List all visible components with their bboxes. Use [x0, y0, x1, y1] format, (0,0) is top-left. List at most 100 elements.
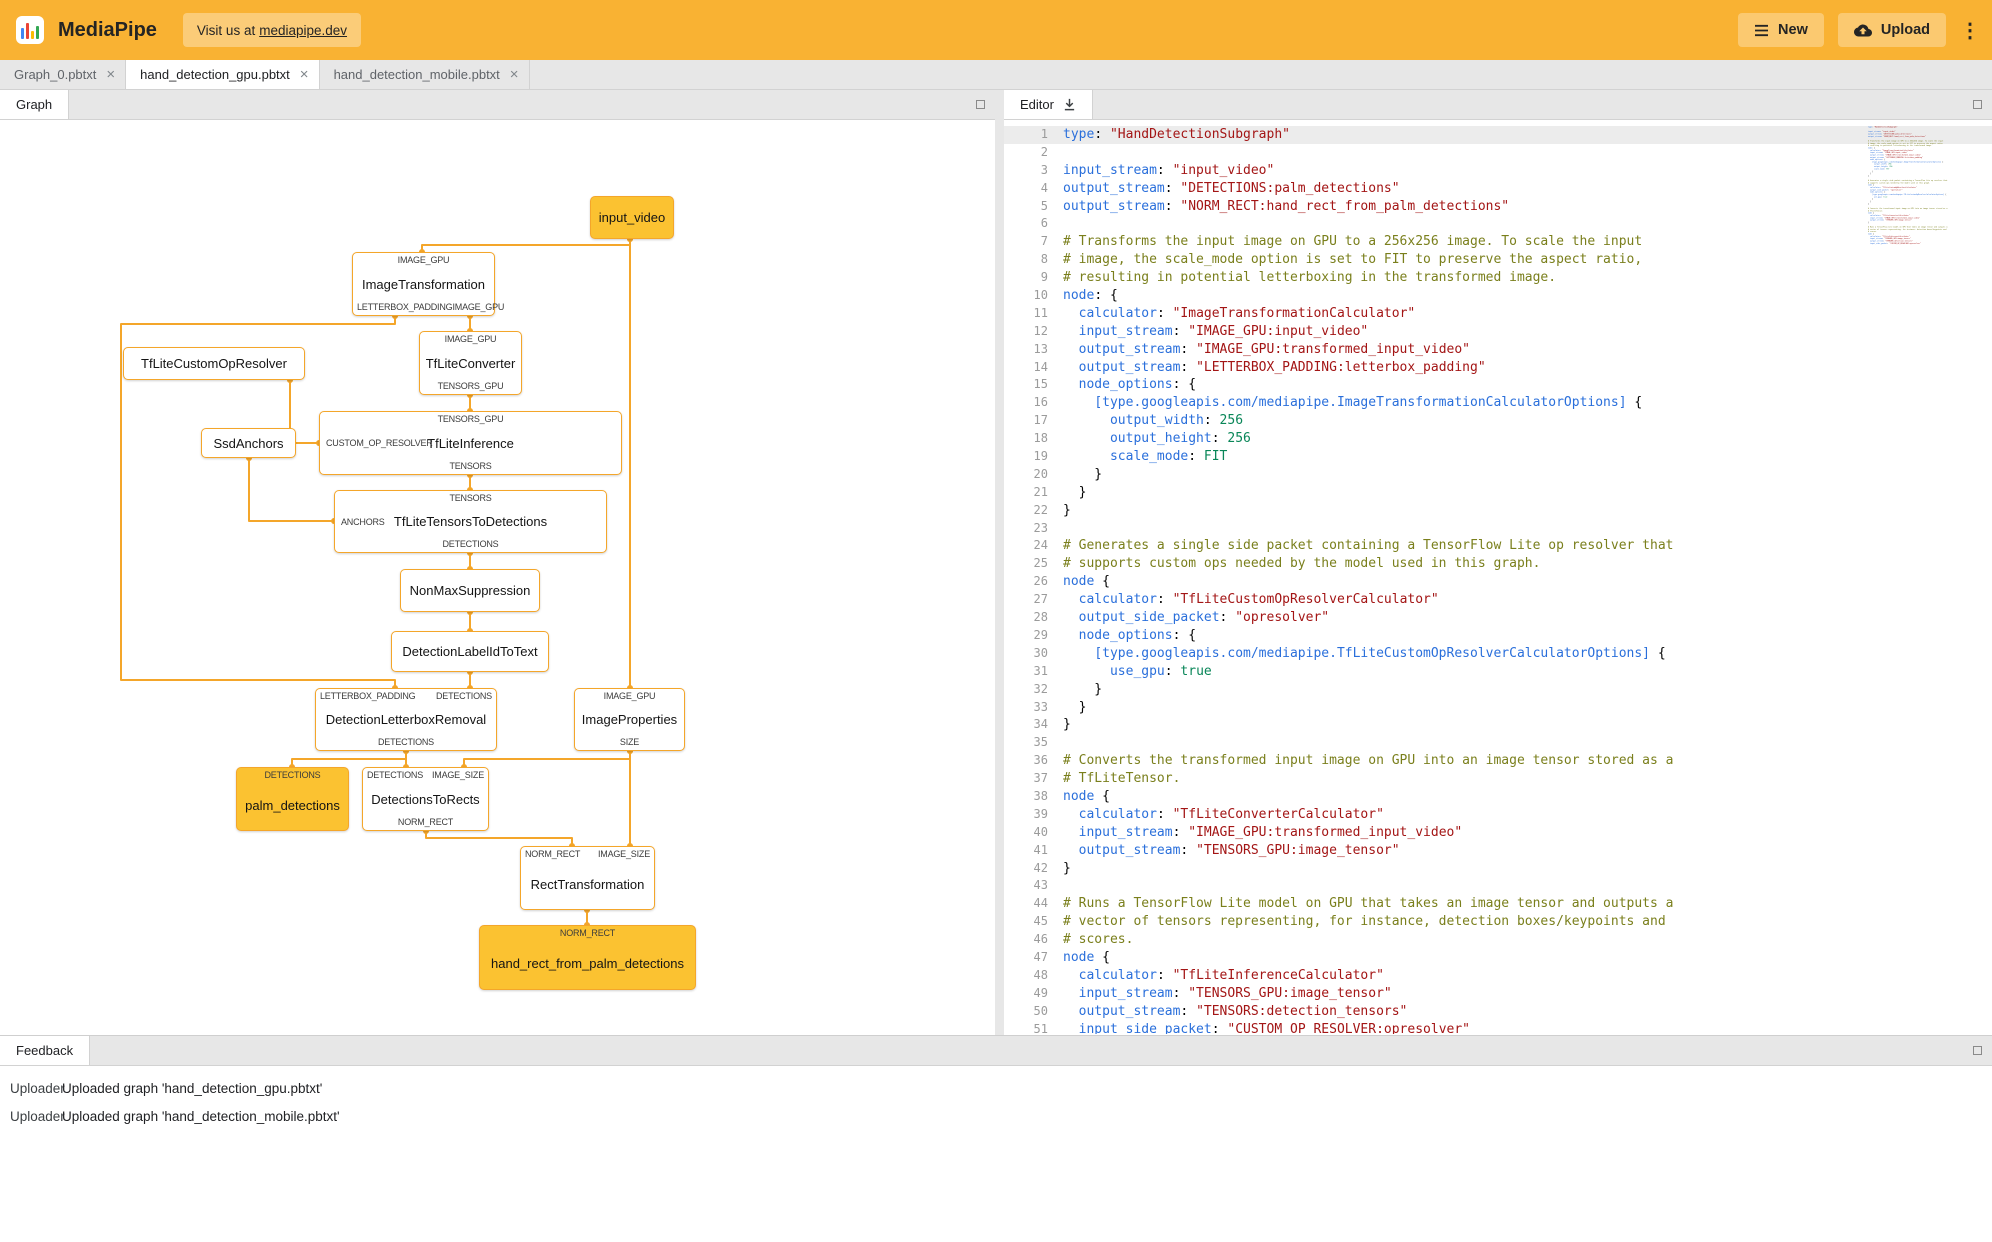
code-line[interactable]: 4 output_stream: "DETECTIONS:palm_detecti… — [1004, 180, 1992, 198]
graph-node-TfLiteCustomOpResolver[interactable]: TfLiteCustomOpResolver — [123, 347, 305, 380]
code-line[interactable]: 46 # scores. — [1004, 931, 1992, 949]
line-text: # Generates a single side packet contain… — [1063, 538, 1674, 554]
code-line[interactable]: 39 calculator: "TfLiteConverterCalculato… — [1004, 806, 1992, 824]
code-line[interactable]: 37 # TfLiteTensor. — [1004, 770, 1992, 788]
code-line[interactable]: 14 output_stream: "LETTERBOX_PADDING:let… — [1004, 359, 1992, 377]
code-line[interactable]: 3 input_stream: "input_video" — [1004, 162, 1992, 180]
code-line[interactable]: 48 calculator: "TfLiteInferenceCalculato… — [1004, 967, 1992, 985]
file-tab-Graph_0.pbtxt[interactable]: Graph_0.pbtxt × — [0, 60, 127, 89]
code-line[interactable]: 17 output_width: 256 — [1004, 412, 1992, 430]
graph-node-label: DetectionsToRects — [371, 791, 480, 807]
graph-node-DetectionsToRects[interactable]: DETECTIONS IMAGE_SIZE DetectionsToRects NOR… — [362, 767, 489, 831]
code-line[interactable]: 47 node { — [1004, 949, 1992, 967]
code-line[interactable]: 31 use_gpu: true — [1004, 663, 1992, 681]
line-text: node { — [1063, 574, 1110, 590]
file-tab-hand_detection_gpu.pbtxt[interactable]: hand_detection_gpu.pbtxt × — [126, 60, 320, 89]
maximize-feedback-panel-icon[interactable] — [1973, 1046, 1982, 1055]
code-line[interactable]: 25 # supports custom ops needed by the mo… — [1004, 555, 1992, 573]
code-line[interactable]: 6 — [1004, 215, 1992, 233]
code-line[interactable]: 29 node_options: { — [1004, 627, 1992, 645]
code-line[interactable]: 22} — [1004, 502, 1992, 520]
code-line[interactable]: 34} — [1004, 716, 1992, 734]
graph-node-DetectionLabelIdToText[interactable]: DetectionLabelIdToText — [391, 631, 549, 672]
minimap-line: input_side_packet: "CUSTOM_OP_RESOLVER:o… — [1870, 242, 1921, 245]
code-line[interactable]: 10 node: { — [1004, 287, 1992, 305]
tab-graph[interactable]: Graph — [0, 90, 70, 119]
code-line[interactable]: 32 } — [1004, 681, 1992, 699]
editor-minimap[interactable]: type: "HandDetectionSubgraph" input_strea… — [1868, 126, 1970, 506]
graph-node-palm_detections[interactable]: DETECTIONS palm_detections — [236, 767, 349, 831]
graph-node-hand_rect_from_palm_detections[interactable]: NORM_RECT hand_rect_from_palm_detections — [479, 925, 696, 990]
code-line[interactable]: 8 # image, the scale_mode option is set t… — [1004, 251, 1992, 269]
code-line[interactable]: 15 node_options: { — [1004, 376, 1992, 394]
code-line[interactable]: 9 # resulting in potential letterboxing i… — [1004, 269, 1992, 287]
graph-node-label: palm_detections — [245, 797, 340, 813]
code-line[interactable]: 7 # Transforms the input image on GPU to … — [1004, 233, 1992, 251]
graph-node-TfLiteConverter[interactable]: IMAGE_GPU TfLiteConverter TENSORS_GPU — [419, 331, 522, 395]
code-line[interactable]: 36 # Converts the transformed input image… — [1004, 752, 1992, 770]
line-number: 17 — [1033, 413, 1048, 428]
code-line[interactable]: 27 calculator: "TfLiteCustomOpResolverCa… — [1004, 591, 1992, 609]
code-line[interactable]: 24 # Generates a single side packet conta… — [1004, 537, 1992, 555]
panel-splitter[interactable] — [995, 90, 1004, 1035]
code-line[interactable]: 38 node { — [1004, 788, 1992, 806]
upload-button[interactable]: Upload — [1837, 13, 1946, 47]
code-line[interactable]: 44 # Runs a TensorFlow Lite model on GPU … — [1004, 895, 1992, 913]
code-line[interactable]: 50 output_stream: "TENSORS:detection_ten… — [1004, 1003, 1992, 1021]
download-icon[interactable] — [1063, 98, 1076, 111]
code-line[interactable]: 33 } — [1004, 699, 1992, 717]
code-line[interactable]: 12 input_stream: "IMAGE_GPU:input_video" — [1004, 323, 1992, 341]
graph-node-DetectionLetterboxRemoval[interactable]: LETTERBOX_PADDING DETECTIONS DetectionLett… — [315, 688, 497, 751]
feedback-tab-label: Feedback — [16, 1043, 74, 1058]
code-line[interactable]: 42} — [1004, 860, 1992, 878]
main-area: Graph input_video IMAGE_GPU ImageTransform… — [0, 90, 1992, 1035]
new-button[interactable]: New — [1738, 13, 1824, 47]
graph-node-ImageTransformation[interactable]: IMAGE_GPU ImageTransformation LETTERBOX_PA… — [352, 252, 504, 316]
graph-node-SsdAnchors[interactable]: SsdAnchors — [201, 428, 296, 458]
code-line[interactable]: 18 output_height: 256 — [1004, 430, 1992, 448]
graph-canvas[interactable]: input_video IMAGE_GPU ImageTransformation L… — [0, 120, 995, 1034]
graph-node-label: NonMaxSuppression — [409, 583, 531, 598]
file-tab-hand_detection_mobile.pbtxt[interactable]: hand_detection_mobile.pbtxt × — [320, 60, 530, 89]
tab-editor[interactable]: Editor — [1004, 90, 1093, 119]
code-line[interactable]: 13 output_stream: "IMAGE_GPU:transformed… — [1004, 341, 1992, 359]
maximize-editor-panel-icon[interactable] — [1973, 100, 1982, 109]
code-line[interactable]: 35 — [1004, 734, 1992, 752]
code-line[interactable]: 23 — [1004, 520, 1992, 538]
code-line[interactable]: 28 output_side_packet: "opresolver" — [1004, 609, 1992, 627]
code-line[interactable]: 16 [type.googleapis.com/mediapipe.ImageT… — [1004, 394, 1992, 412]
more-options-icon[interactable]: ⋮ — [1960, 18, 1980, 43]
graph-node-NonMaxSuppression[interactable]: NonMaxSuppression — [400, 569, 540, 612]
code-line[interactable]: 2 — [1004, 144, 1992, 162]
code-editor[interactable]: 1 type: "HandDetectionSubgraph" 2 3 input_st… — [1004, 120, 1992, 1034]
code-line[interactable]: 11 calculator: "ImageTransformationCalcu… — [1004, 305, 1992, 323]
close-tab-icon[interactable]: × — [300, 67, 309, 82]
port-label-LETTERBOX_PADDING: LETTERBOX_PADDING — [320, 691, 416, 701]
code-line[interactable]: 20 } — [1004, 466, 1992, 484]
code-line[interactable]: 30 [type.googleapis.com/mediapipe.TfLite… — [1004, 645, 1992, 663]
code-line[interactable]: 45 # vector of tensors representing, for … — [1004, 913, 1992, 931]
graph-node-RectTransformation[interactable]: NORM_RECT IMAGE_SIZE RectTransformation — [520, 846, 655, 910]
code-line[interactable]: 19 scale_mode: FIT — [1004, 448, 1992, 466]
code-line[interactable]: 49 input_stream: "TENSORS_GPU:image_tens… — [1004, 985, 1992, 1003]
line-text: output_stream: "TENSORS:detection_tensor… — [1078, 1003, 1408, 1019]
tab-feedback[interactable]: Feedback — [0, 1036, 91, 1065]
close-tab-icon[interactable]: × — [510, 67, 519, 82]
close-tab-icon[interactable]: × — [106, 67, 115, 82]
code-line[interactable]: 40 input_stream: "IMAGE_GPU:transformed_… — [1004, 824, 1992, 842]
graph-node-TfLiteInference[interactable]: TENSORS_GPU TfLiteInference TENSORS CUSTOM_… — [319, 411, 622, 475]
port-label-TENSORS_GPU: TENSORS_GPU — [437, 381, 504, 391]
graph-node-ImageProperties[interactable]: IMAGE_GPU ImageProperties SIZE — [574, 688, 685, 751]
mediapipe-dev-link[interactable]: mediapipe.dev — [259, 23, 347, 38]
code-line[interactable]: 41 output_stream: "TENSORS_GPU:image_ten… — [1004, 842, 1992, 860]
code-line[interactable]: 43 — [1004, 877, 1992, 895]
code-line[interactable]: 26 node { — [1004, 573, 1992, 591]
code-line[interactable]: 51 input_side_packet: "CUSTOM_OP_RESOLVE… — [1004, 1021, 1992, 1034]
graph-node-TfLiteTensorsToDetections[interactable]: TENSORS TfLiteTensorsToDetections DETECTIO… — [334, 490, 607, 553]
code-line[interactable]: 5 output_stream: "NORM_RECT:hand_rect_fro… — [1004, 198, 1992, 216]
graph-node-input_video[interactable]: input_video — [590, 196, 674, 239]
maximize-graph-panel-icon[interactable] — [976, 100, 985, 109]
code-line[interactable]: 1 type: "HandDetectionSubgraph" — [1004, 126, 1992, 144]
line-number: 20 — [1033, 466, 1048, 481]
code-line[interactable]: 21 } — [1004, 484, 1992, 502]
